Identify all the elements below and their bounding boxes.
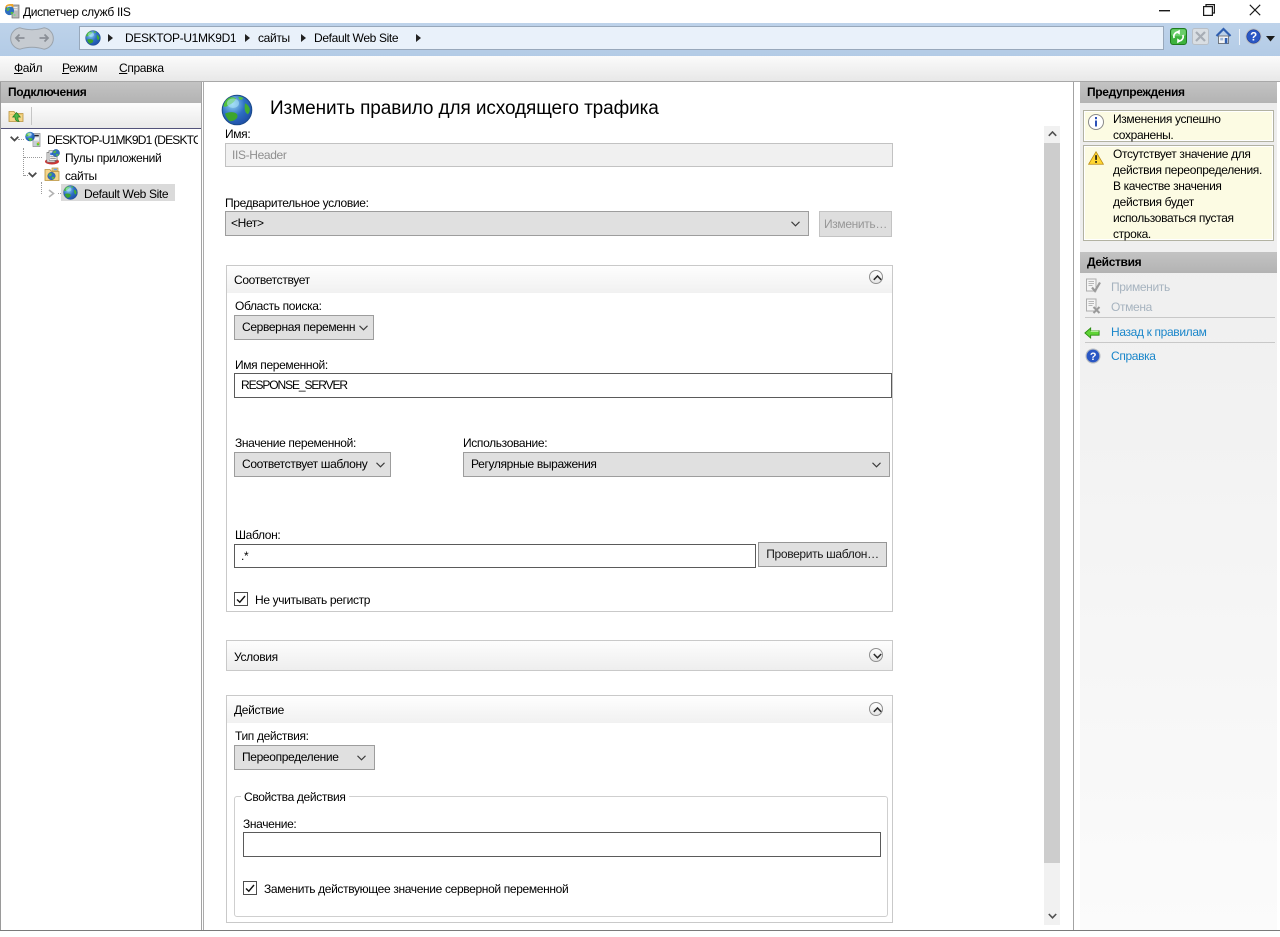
svg-text:?: ? (1250, 32, 1257, 44)
svg-text:?: ? (1090, 351, 1096, 363)
